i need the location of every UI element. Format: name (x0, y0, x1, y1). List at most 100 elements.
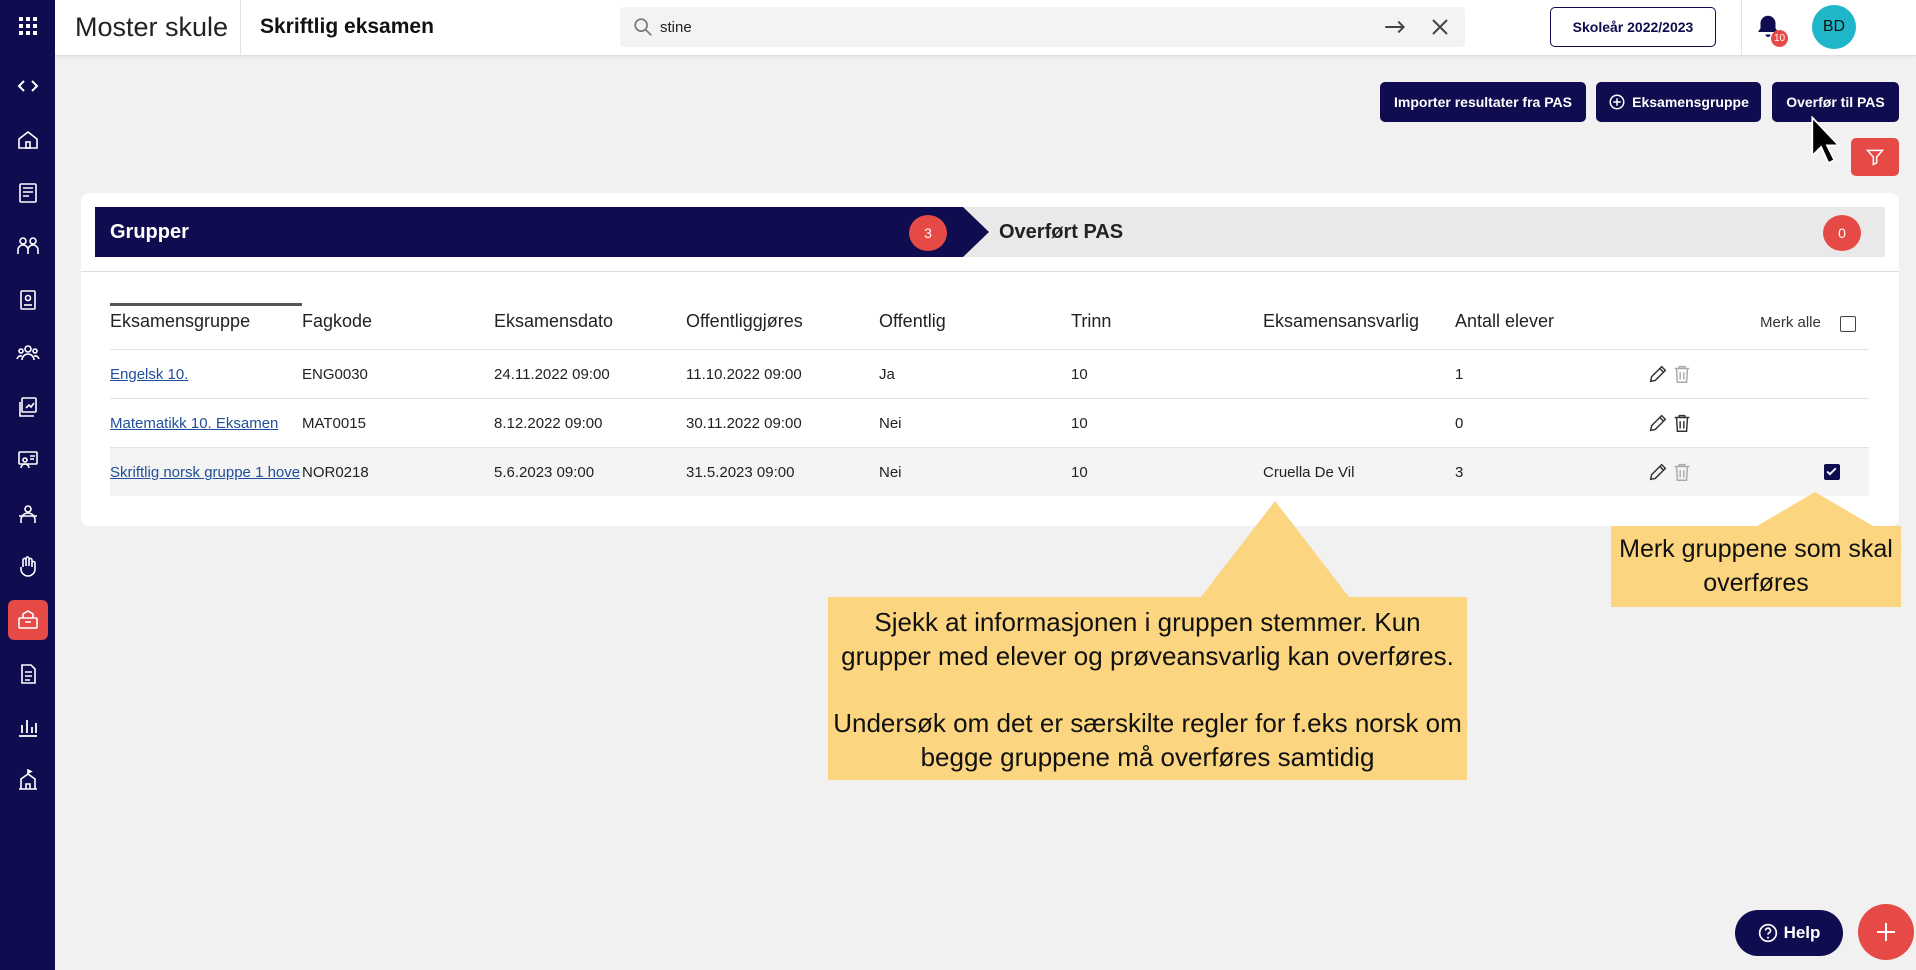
header-divider (240, 0, 241, 56)
groups-count-badge: 3 (909, 215, 947, 251)
side-callout-pointer (1757, 492, 1873, 526)
document-icon[interactable] (8, 654, 48, 694)
col-header-public[interactable]: Offentlig (879, 311, 946, 332)
home-icon[interactable] (8, 120, 48, 160)
school-icon[interactable] (8, 760, 48, 800)
help-label: Help (1783, 923, 1821, 942)
add-fab-button[interactable] (1858, 904, 1914, 960)
publish-cell: 11.10.2022 09:00 (686, 366, 802, 383)
trash-icon[interactable] (1671, 412, 1693, 434)
code-cell: MAT0015 (302, 415, 366, 432)
import-results-label: Importer resultater fra PAS (1394, 94, 1572, 110)
edit-icon[interactable] (1647, 412, 1669, 434)
group-link[interactable]: Matematikk 10. Eksamen (110, 415, 278, 432)
table-row: Skriftlig norsk gruppe 1 hovedmål NOR021… (110, 447, 1869, 496)
col-header-publish[interactable]: Offentliggjøres (686, 311, 803, 332)
edit-icon[interactable] (1647, 461, 1669, 483)
mouse-cursor-icon (1811, 116, 1841, 165)
close-icon[interactable] (1428, 15, 1452, 39)
col-header-responsible[interactable]: Eksamensansvarlig (1263, 311, 1419, 332)
tab-groups-label: Grupper (110, 221, 189, 243)
date-cell: 8.12.2022 09:00 (494, 415, 603, 432)
teacher-icon[interactable] (8, 494, 48, 534)
sort-indicator (110, 303, 302, 306)
public-cell: Nei (879, 415, 902, 432)
avatar[interactable]: BD (1812, 5, 1856, 49)
people-icon[interactable] (8, 226, 48, 266)
filter-icon (1865, 149, 1885, 166)
group-icon[interactable] (8, 333, 48, 373)
tab-arrow (963, 207, 989, 257)
col-header-group[interactable]: Eksamensgruppe (110, 311, 250, 332)
exam-icon[interactable] (8, 600, 48, 640)
responsible-cell: Cruella De Vil (1263, 464, 1355, 481)
check-icon (1826, 467, 1837, 476)
tab-transferred[interactable]: Overført PAS 0 (989, 207, 1885, 257)
side-callout: Merk gruppene som skal overføres (1611, 526, 1901, 607)
tab-divider (81, 271, 1899, 272)
tab-transferred-label: Overført PAS (999, 221, 1124, 243)
info-callout: Sjekk at informasjonen i gruppen stemmer… (828, 597, 1467, 780)
groups-card: Grupper 3 Overført PAS 0 Eksamensgruppe … (81, 193, 1899, 526)
arrow-right-icon[interactable] (1382, 14, 1408, 40)
tab-groups[interactable]: Grupper 3 (95, 207, 963, 257)
newspaper-icon[interactable] (8, 173, 48, 213)
publish-cell: 30.11.2022 09:00 (686, 415, 802, 432)
question-icon (1758, 923, 1777, 943)
col-header-students[interactable]: Antall elever (1455, 311, 1554, 332)
students-cell: 1 (1455, 366, 1464, 383)
search-bar (620, 7, 1465, 47)
hand-icon[interactable] (8, 547, 48, 587)
school-year-button[interactable]: Skoleår 2022/2023 (1550, 7, 1716, 47)
plus-circle-icon (1609, 94, 1625, 110)
help-button[interactable]: Help (1735, 910, 1843, 956)
table-row: Matematikk 10. Eksamen MAT0015 8.12.2022… (110, 398, 1869, 447)
select-all-checkbox[interactable] (1840, 316, 1856, 332)
bar-chart-icon[interactable] (8, 707, 48, 747)
info-callout-text-1: Sjekk at informasjonen i gruppen stemmer… (841, 607, 1454, 671)
filter-button[interactable] (1851, 138, 1899, 176)
group-link[interactable]: Skriftlig norsk gruppe 1 hovedmål (110, 464, 300, 481)
callout-pointer (1201, 501, 1349, 597)
table-row: Engelsk 10. ENG0030 24.11.2022 09:00 11.… (110, 349, 1869, 398)
code-brackets-icon[interactable] (8, 66, 48, 106)
date-cell: 5.6.2023 09:00 (494, 464, 595, 481)
col-header-code[interactable]: Fagkode (302, 311, 372, 332)
info-callout-text-2: Undersøk om det er særskilte regler for … (833, 708, 1462, 772)
classroom-icon[interactable] (8, 440, 48, 480)
status-tabs: Grupper 3 Overført PAS 0 (95, 207, 1885, 257)
publish-cell: 31.5.2023 09:00 (686, 464, 795, 481)
group-link-cell: Matematikk 10. Eksamen (110, 399, 300, 448)
public-cell: Ja (879, 366, 895, 383)
trash-icon[interactable] (1671, 461, 1693, 483)
trash-icon[interactable] (1671, 363, 1693, 385)
add-exam-group-button[interactable]: Eksamensgruppe (1596, 82, 1761, 122)
transferred-count-badge: 0 (1823, 215, 1861, 251)
apps-grid-icon[interactable] (8, 6, 48, 46)
group-link[interactable]: Engelsk 10. (110, 366, 188, 383)
search-icon (634, 18, 652, 36)
grade-cell: 10 (1071, 415, 1088, 432)
code-cell: ENG0030 (302, 366, 368, 383)
sidebar (0, 0, 55, 970)
school-name: Moster skule (75, 12, 229, 42)
plus-icon (1877, 923, 1895, 941)
grade-cell: 10 (1071, 366, 1088, 383)
notification-badge: 10 (1771, 30, 1788, 47)
group-link-cell: Skriftlig norsk gruppe 1 hovedmål (110, 448, 300, 497)
col-header-date[interactable]: Eksamensdato (494, 311, 613, 332)
date-cell: 24.11.2022 09:00 (494, 366, 610, 383)
search-input[interactable] (660, 15, 1300, 39)
public-cell: Nei (879, 464, 902, 481)
row-select-checkbox[interactable] (1824, 464, 1840, 480)
chart-doc-icon[interactable] (8, 387, 48, 427)
grade-cell: 10 (1071, 464, 1088, 481)
code-cell: NOR0218 (302, 464, 369, 481)
import-results-button[interactable]: Importer resultater fra PAS (1380, 82, 1586, 122)
header-divider-right (1741, 0, 1742, 56)
students-cell: 0 (1455, 415, 1464, 432)
col-header-grade[interactable]: Trinn (1071, 311, 1111, 332)
page-title: Skriftlig eksamen (260, 15, 434, 38)
badge-icon[interactable] (8, 280, 48, 320)
edit-icon[interactable] (1647, 363, 1669, 385)
